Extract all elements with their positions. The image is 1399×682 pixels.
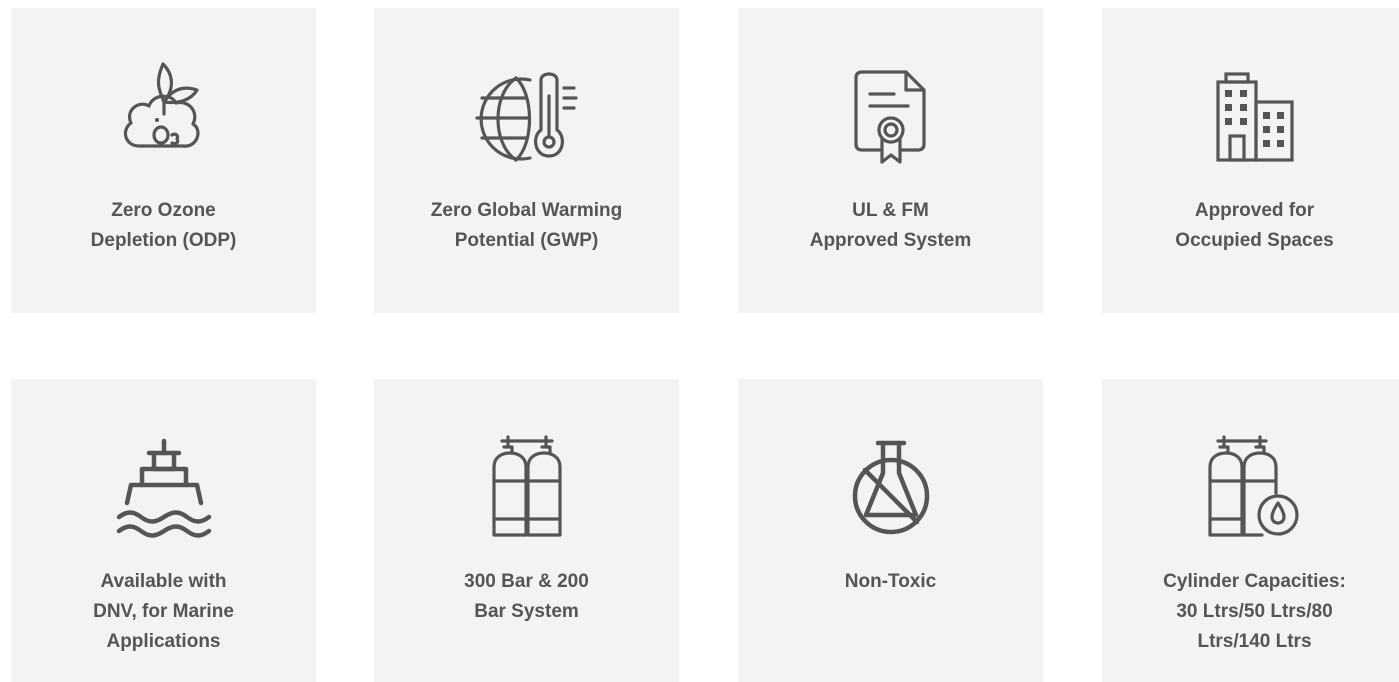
buildings-icon <box>1200 60 1310 170</box>
feature-card-zero-gwp: Zero Global Warming Potential (GWP) <box>374 8 679 313</box>
feature-label: Non-Toxic <box>844 571 937 592</box>
feature-label: Available with DNV, for Marine Applicati… <box>93 571 234 652</box>
feature-card-dnv-marine: Available with DNV, for Marine Applicati… <box>11 379 316 682</box>
feature-label: Approved for Occupied Spaces <box>1175 200 1334 251</box>
gas-cylinders-icon <box>472 431 582 541</box>
feature-card-zero-odp: Zero Ozone Depletion (ODP) <box>11 8 316 313</box>
feature-label: Cylinder Capacities: 30 Ltrs/50 Ltrs/80 … <box>1163 571 1346 652</box>
globe-thermometer-icon <box>472 60 582 170</box>
feature-card-cylinder-capacities: Cylinder Capacities: 30 Ltrs/50 Ltrs/80 … <box>1102 379 1399 682</box>
feature-card-bar-system: 300 Bar & 200 Bar System <box>374 379 679 682</box>
feature-label: 300 Bar & 200 Bar System <box>464 571 589 622</box>
feature-label: UL & FM Approved System <box>809 200 972 251</box>
feature-label: Zero Global Warming Potential (GWP) <box>430 200 623 251</box>
non-toxic-flask-icon <box>836 431 946 541</box>
feature-label: Zero Ozone Depletion (ODP) <box>90 200 237 251</box>
feature-card-occupied-spaces: Approved for Occupied Spaces <box>1102 8 1399 313</box>
certificate-icon <box>836 60 946 170</box>
feature-card-non-toxic: Non-Toxic <box>738 379 1043 682</box>
cylinders-drop-icon <box>1200 431 1310 541</box>
ozone-leaf-icon <box>109 60 219 170</box>
feature-card-ul-fm: UL & FM Approved System <box>738 8 1043 313</box>
ship-icon <box>109 431 219 541</box>
